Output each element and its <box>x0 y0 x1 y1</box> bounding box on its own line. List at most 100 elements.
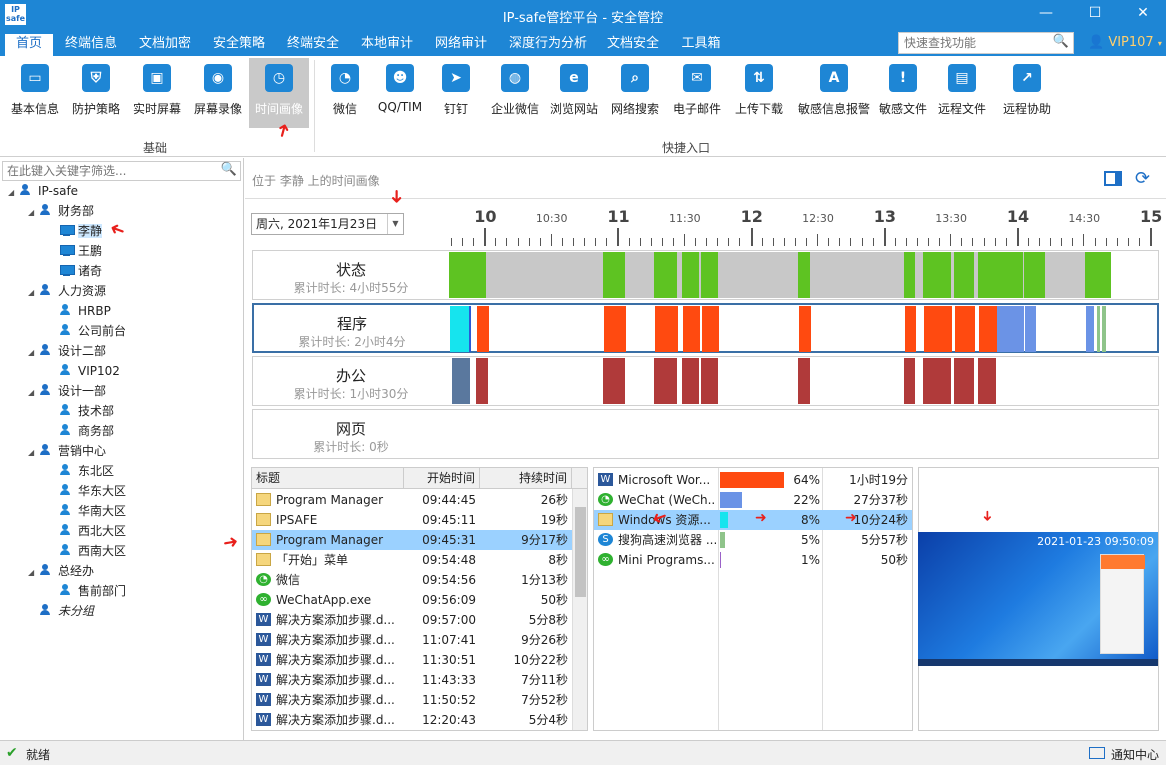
scrollbar-thumb[interactable] <box>575 507 586 597</box>
close-button[interactable]: ✕ <box>1133 5 1153 21</box>
date-dropdown-arrow[interactable]: ▼ <box>387 214 403 234</box>
timeline-segment[interactable] <box>1025 306 1036 352</box>
timeline-segment[interactable] <box>905 306 916 352</box>
tree-node[interactable]: 未分组 <box>28 601 94 621</box>
timeline-segment[interactable] <box>450 306 469 352</box>
tree-node[interactable]: HRBP <box>48 301 111 321</box>
timeline-segment[interactable] <box>977 358 997 404</box>
timeline-segment[interactable] <box>654 252 677 298</box>
menu-terminal-info[interactable]: 终端信息 <box>62 34 120 56</box>
mail-icon[interactable] <box>1089 747 1105 759</box>
user-menu[interactable]: 👤 VIP107 ▾ <box>1088 35 1162 50</box>
minimize-button[interactable]: — <box>1036 5 1056 21</box>
basic-button-3[interactable]: ◉ 屏幕录像 <box>188 58 248 128</box>
tree-node[interactable]: 东北区 <box>48 461 114 481</box>
timeline-segment[interactable] <box>953 252 974 298</box>
timeline-segment[interactable] <box>717 252 798 298</box>
collapse-toggle-icon[interactable]: ◢ <box>28 343 40 363</box>
timeline-segment[interactable] <box>700 358 718 404</box>
tree-node[interactable]: 公司前台 <box>48 321 126 341</box>
col-header-title[interactable]: 标题 <box>252 468 404 489</box>
timeline-segment[interactable] <box>797 358 810 404</box>
timeline-segment[interactable] <box>682 252 700 298</box>
timeline-segment[interactable] <box>451 358 471 404</box>
menu-behavior-analysis[interactable]: 深度行为分析 <box>506 34 590 56</box>
tree-node[interactable]: ◢ 设计一部 <box>28 381 106 401</box>
app-usage-row[interactable]: ◔ WeChat (WeCh... 22% 27分37秒 <box>594 490 912 510</box>
timeline-segment[interactable] <box>654 358 677 404</box>
col-header-duration[interactable]: 持续时间 <box>480 468 572 489</box>
menu-home[interactable]: 首页 <box>5 34 53 56</box>
tree-node[interactable]: 华东大区 <box>48 481 126 501</box>
basic-button-1[interactable]: ⛨ 防护策略 <box>66 58 126 128</box>
menu-local-audit[interactable]: 本地审计 <box>358 34 416 56</box>
event-row[interactable]: ◔ 微信 09:54:56 1分13秒 <box>252 570 572 590</box>
event-row[interactable]: IPSAFE 09:45:11 19秒 <box>252 510 572 530</box>
event-row[interactable]: W 解决方案添加步骤.d... 12:20:43 5分4秒 <box>252 710 572 730</box>
quick-button-11[interactable]: ↗ 远程协助 <box>996 58 1058 128</box>
timeline-segment[interactable] <box>604 306 626 352</box>
screenshot-thumbnail[interactable]: 2021-01-23 09:50:09 <box>918 532 1158 666</box>
timeline-segment[interactable] <box>997 306 1024 352</box>
timeline-segment[interactable] <box>954 306 975 352</box>
timeline-segment[interactable] <box>904 358 915 404</box>
timeline-segment[interactable] <box>475 358 488 404</box>
collapse-toggle-icon[interactable]: ◢ <box>28 283 40 303</box>
collapse-toggle-icon[interactable]: ◢ <box>28 383 40 403</box>
collapse-toggle-icon[interactable]: ◢ <box>8 183 20 203</box>
timeline-row[interactable]: 状态 累计时长: 4小时55分 <box>252 250 1159 300</box>
timeline-segment[interactable] <box>624 252 655 298</box>
tree-node[interactable]: VIP102 <box>48 361 120 381</box>
refresh-icon[interactable]: ⟳ <box>1135 168 1150 189</box>
timeline-segment[interactable] <box>923 306 952 352</box>
tree-node[interactable]: 售前部门 <box>48 581 126 601</box>
timeline-row[interactable]: 办公 累计时长: 1小时30分 <box>252 356 1159 406</box>
basic-button-2[interactable]: ▣ 实时屏幕 <box>127 58 187 128</box>
timeline-segment[interactable] <box>922 358 951 404</box>
timeline-segment[interactable] <box>1045 252 1086 298</box>
search-icon[interactable]: 🔍 <box>1053 34 1069 49</box>
tree-node[interactable]: ◢ IP-safe <box>8 181 78 201</box>
quick-search-input[interactable] <box>899 33 1049 53</box>
event-row[interactable]: ∞ WeChatApp.exe 09:56:09 50秒 <box>252 590 572 610</box>
timeline-segment[interactable] <box>683 306 701 352</box>
app-usage-row[interactable]: W Microsoft Wor... 64% 1小时19分 <box>594 470 912 490</box>
basic-button-4[interactable]: ◷ 时间画像 <box>249 58 309 128</box>
timeline-segment[interactable] <box>603 358 625 404</box>
timeline-segment[interactable] <box>701 306 719 352</box>
quick-button-10[interactable]: ▤ 远程文件 <box>934 58 990 128</box>
tree-node[interactable]: 西北大区 <box>48 521 126 541</box>
menu-doc-security[interactable]: 文档安全 <box>604 34 662 56</box>
quick-button-3[interactable]: ◍ 企业微信 <box>486 58 544 128</box>
timeline-segment[interactable] <box>978 306 998 352</box>
menu-terminal-security[interactable]: 终端安全 <box>284 34 342 56</box>
layout-toggle-icon[interactable] <box>1104 171 1122 186</box>
quick-button-7[interactable]: ⇅ 上传下载 <box>730 58 788 128</box>
timeline-segment[interactable] <box>922 252 951 298</box>
quick-search[interactable]: 🔍 <box>898 32 1074 54</box>
timeline-segment[interactable] <box>1024 252 1046 298</box>
timeline-row[interactable]: 网页 累计时长: 0秒 <box>252 409 1159 459</box>
quick-button-9[interactable]: ! 敏感文件 <box>876 58 930 128</box>
quick-button-0[interactable]: ◔ 微信 <box>322 58 368 128</box>
collapse-toggle-icon[interactable]: ◢ <box>28 443 40 463</box>
tree-node[interactable]: 李静 <box>48 221 103 241</box>
timeline-segment[interactable] <box>700 252 718 298</box>
menu-network-audit[interactable]: 网络审计 <box>432 34 490 56</box>
timeline-segment[interactable] <box>603 252 625 298</box>
tree-node[interactable]: 西南大区 <box>48 541 126 561</box>
tree-node[interactable]: ◢ 营销中心 <box>28 441 106 461</box>
timeline-segment[interactable] <box>655 306 678 352</box>
timeline-segment[interactable] <box>798 306 811 352</box>
quick-button-6[interactable]: ✉ 电子邮件 <box>670 58 724 128</box>
quick-button-1[interactable]: ☻ QQ/TIM <box>372 58 428 128</box>
timeline-segment[interactable] <box>797 252 810 298</box>
notification-center-link[interactable]: 通知中心 <box>1111 746 1159 763</box>
timeline-row[interactable]: 程序 累计时长: 2小时4分 <box>252 303 1159 353</box>
timeline-segment[interactable] <box>1085 252 1111 298</box>
timeline-segment[interactable] <box>1086 306 1095 352</box>
tree-node[interactable]: ◢ 设计二部 <box>28 341 106 361</box>
col-header-start[interactable]: 开始时间 <box>404 468 480 489</box>
tree-node[interactable]: 技术部 <box>48 401 114 421</box>
timeline-segment[interactable] <box>682 358 700 404</box>
